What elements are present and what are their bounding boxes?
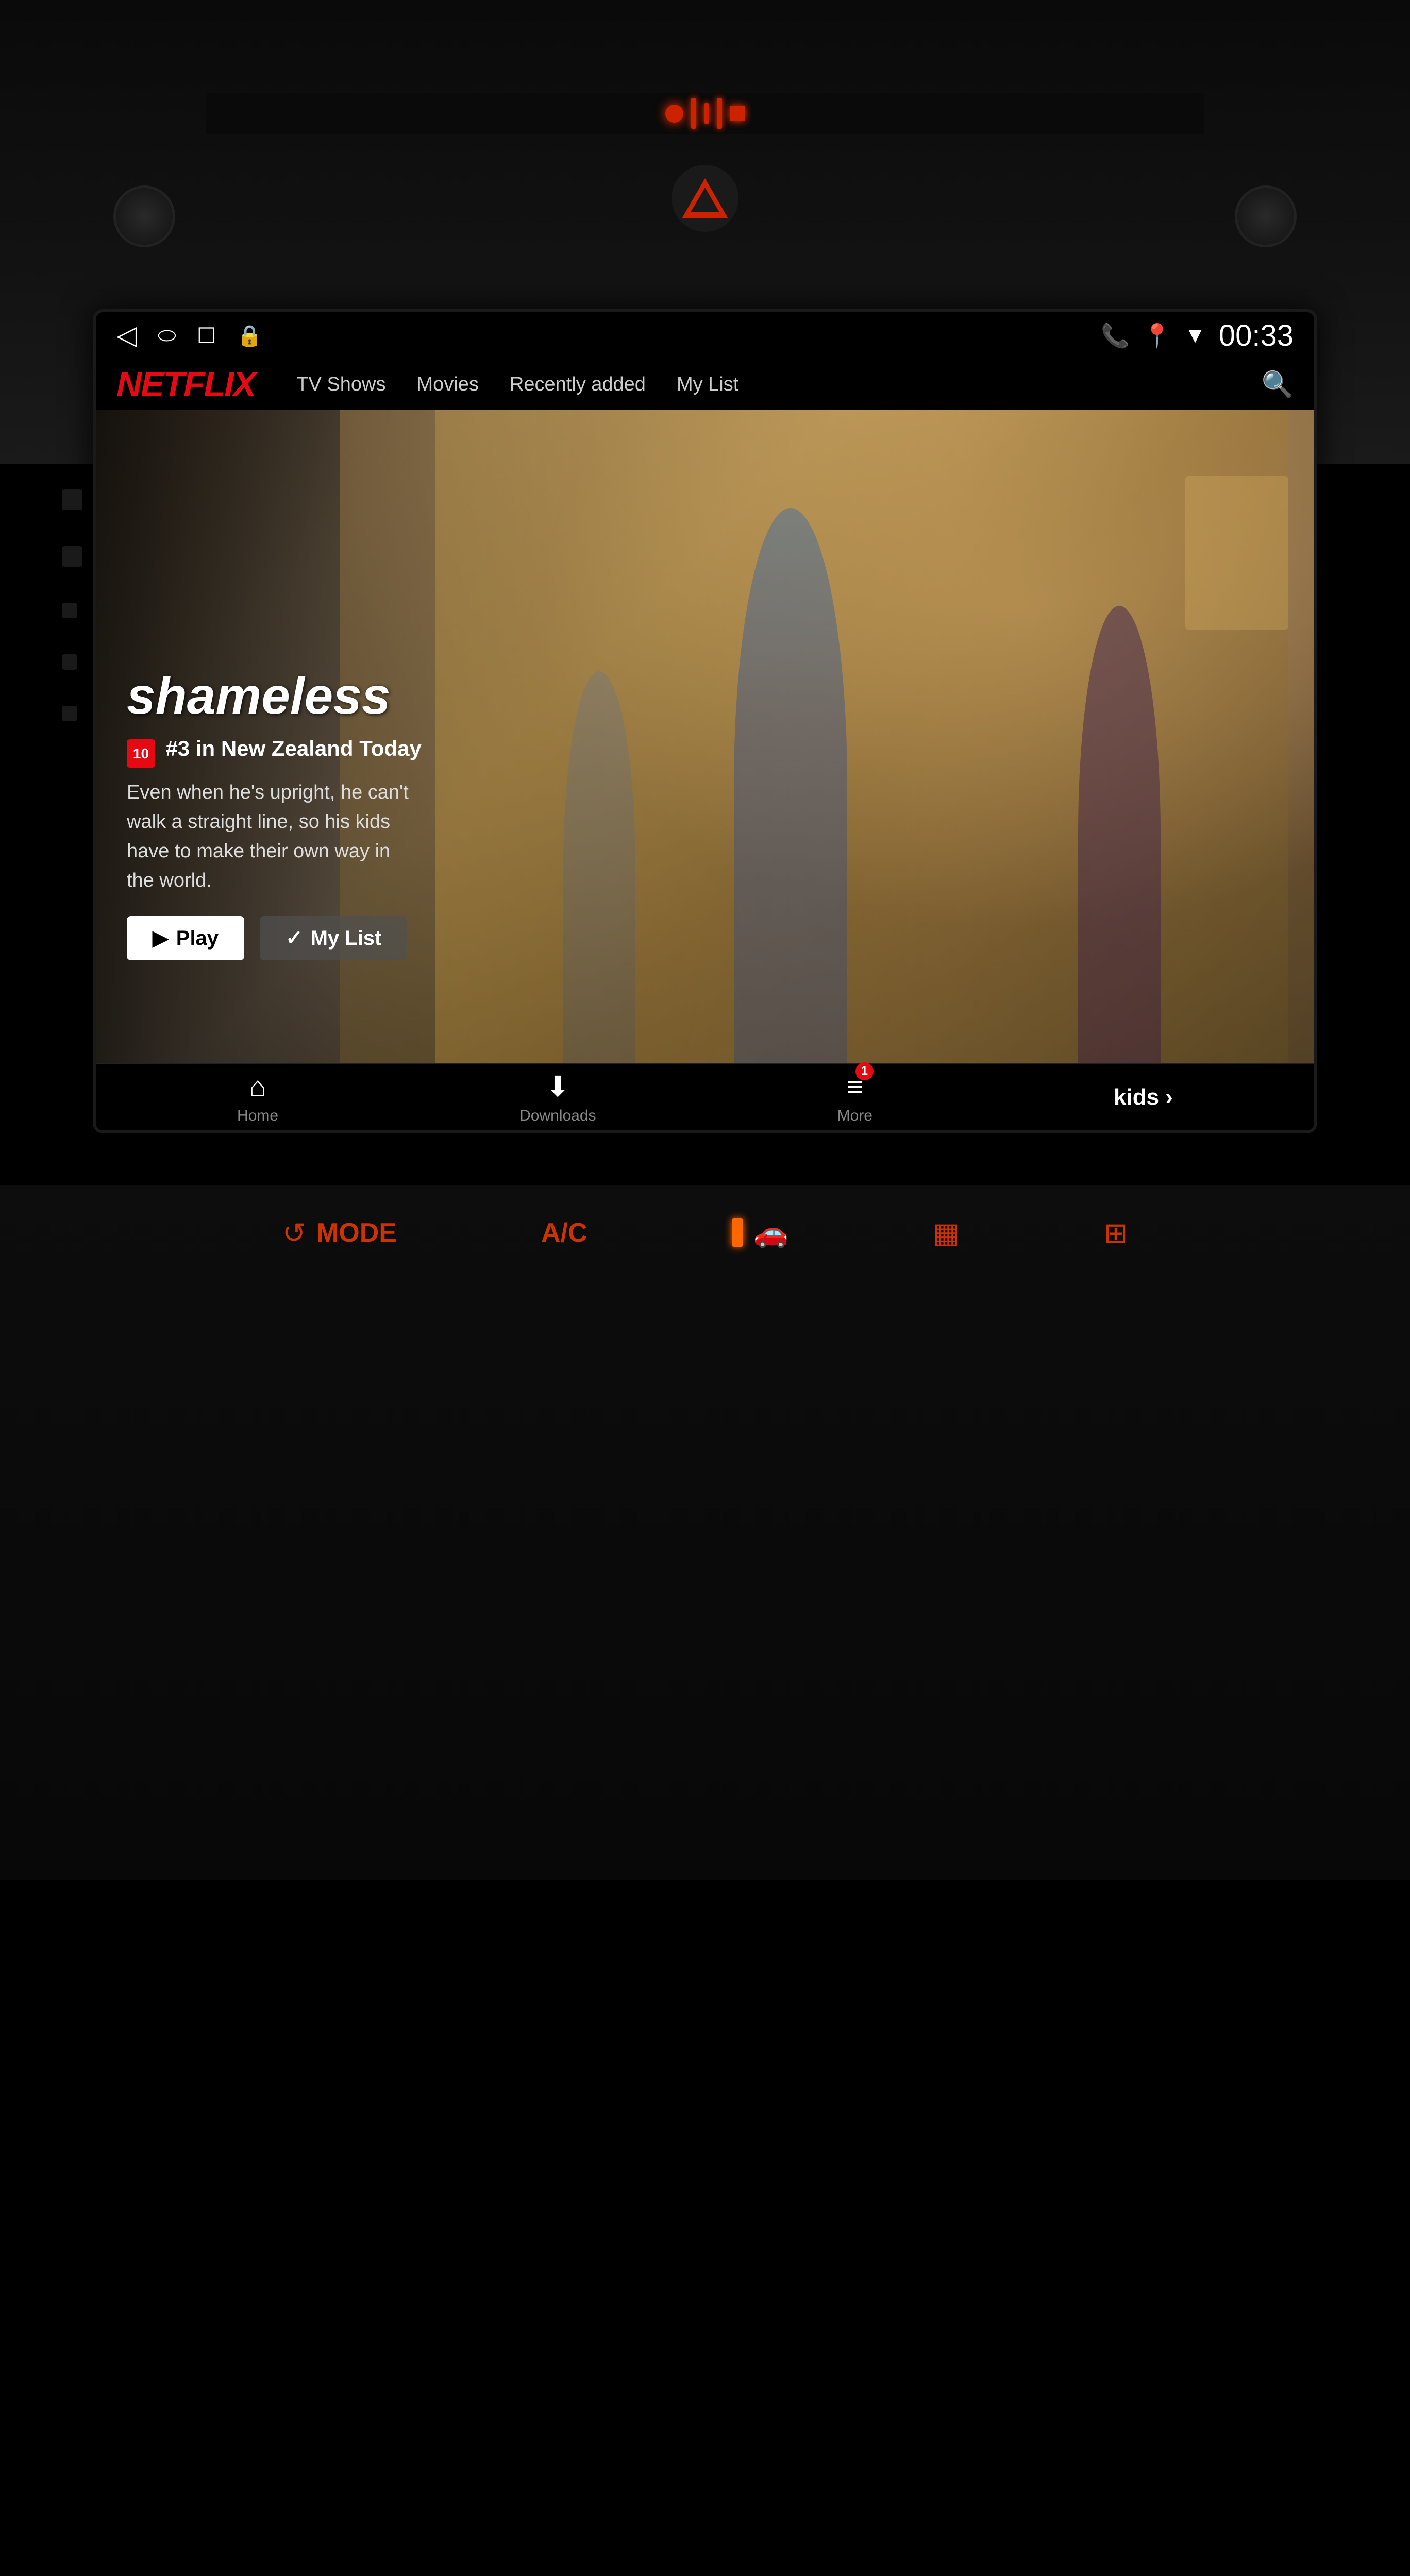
tablet-screen: ◁ ⬭ ☐ 🔒 📞 📍 ▼ 00:33 NETFLIX TV Shows Mov… xyxy=(93,309,1317,1133)
power-button[interactable] xyxy=(62,489,82,510)
play-label: Play xyxy=(176,927,219,950)
status-time: 00:33 xyxy=(1219,318,1294,353)
mode-button[interactable]: ↺ MODE xyxy=(282,1216,397,1249)
ac-button[interactable]: A/C xyxy=(541,1217,588,1248)
hero-text-overlay: shameless 10 #3 in New Zealand Today Eve… xyxy=(127,667,422,960)
back-bezel-button[interactable] xyxy=(62,706,77,721)
lock-icon: 🔒 xyxy=(237,324,263,348)
back-icon[interactable]: ◁ xyxy=(116,320,137,351)
hazard-triangle-icon xyxy=(682,178,728,218)
car-fan-icon: 🚗 xyxy=(753,1216,788,1249)
nav-downloads[interactable]: ⬇ Downloads xyxy=(519,1070,596,1125)
mode-label: MODE xyxy=(316,1217,397,1248)
nav-my-list[interactable]: My List xyxy=(677,374,738,396)
wifi-icon: ▼ xyxy=(1184,323,1206,348)
fan-control[interactable]: 🚗 xyxy=(732,1216,788,1249)
left-vent-knob xyxy=(113,185,175,247)
seat-heater-button[interactable]: ⊞ xyxy=(1104,1216,1128,1249)
home-icon: ⌂ xyxy=(249,1070,266,1103)
show-title: shameless xyxy=(127,667,422,726)
led-display-bar xyxy=(206,93,1204,134)
status-bar: ◁ ⬭ ☐ 🔒 📞 📍 ▼ 00:33 xyxy=(96,312,1314,359)
right-vent-knob xyxy=(1235,185,1297,247)
netflix-interface: NETFLIX TV Shows Movies Recently added M… xyxy=(96,359,1314,1130)
ranking-text: #3 in New Zealand Today xyxy=(165,736,421,760)
volume-up-button[interactable] xyxy=(62,546,82,567)
hazard-button[interactable] xyxy=(672,165,738,232)
seat-heater-icon: ⊞ xyxy=(1104,1217,1128,1249)
indicator-light xyxy=(732,1218,743,1247)
nav-tv-shows[interactable]: TV Shows xyxy=(296,374,385,396)
netflix-logo[interactable]: NETFLIX xyxy=(116,364,255,404)
phone-icon: 📞 xyxy=(1101,322,1130,349)
kids-label: kids › xyxy=(1114,1084,1173,1110)
climate-top-row: ↺ MODE A/C 🚗 ▦ ⊞ xyxy=(0,1216,1410,1249)
nav-home[interactable]: ⌂ Home xyxy=(237,1070,278,1125)
home-nav-label: Home xyxy=(237,1107,278,1125)
netflix-navbar: NETFLIX TV Shows Movies Recently added M… xyxy=(96,359,1314,410)
rear-defroster-button[interactable]: ▦ xyxy=(933,1216,960,1249)
ranking-container: 10 #3 in New Zealand Today xyxy=(127,736,422,768)
downloads-nav-label: Downloads xyxy=(519,1107,596,1125)
hero-buttons-row: ▶ Play ✓ My List xyxy=(127,916,422,960)
my-list-button[interactable]: ✓ My List xyxy=(260,916,407,960)
mylist-label: My List xyxy=(311,927,382,950)
nav-recently-added[interactable]: Recently added xyxy=(510,374,646,396)
nav-kids[interactable]: kids › xyxy=(1114,1084,1173,1110)
nav-more[interactable]: ≡ 1 More xyxy=(837,1070,872,1125)
play-icon: ▶ xyxy=(153,926,169,950)
status-bar-left: ◁ ⬭ ☐ 🔒 xyxy=(116,320,262,351)
mode-icon: ↺ xyxy=(282,1216,306,1249)
left-bezel-buttons xyxy=(62,489,82,721)
ac-label: A/C xyxy=(541,1218,588,1248)
show-description: Even when he's upright, he can't walk a … xyxy=(127,778,415,895)
play-button[interactable]: ▶ Play xyxy=(127,916,244,960)
checkmark-icon: ✓ xyxy=(286,926,303,950)
rating-badge-text: 10 xyxy=(133,745,149,762)
more-badge: 1 xyxy=(855,1062,874,1080)
hero-content-area: shameless 10 #3 in New Zealand Today Eve… xyxy=(96,410,1314,1063)
more-nav-label: More xyxy=(837,1107,872,1125)
rating-badge: 10 xyxy=(127,739,155,768)
volume-down-button[interactable] xyxy=(62,654,77,670)
nav-movies[interactable]: Movies xyxy=(417,374,479,396)
bottom-navigation: ⌂ Home ⬇ Downloads ≡ 1 More kids › xyxy=(96,1063,1314,1130)
home-square-icon[interactable]: ☐ xyxy=(197,323,216,348)
climate-controls-area: ↺ MODE A/C 🚗 ▦ ⊞ xyxy=(0,1185,1410,1880)
download-icon: ⬇ xyxy=(546,1070,569,1103)
status-bar-right: 📞 📍 ▼ 00:33 xyxy=(1101,318,1294,353)
climate-dials-row: 🌡 DUAL ✳ − + OFF 🌡 xyxy=(0,2504,1410,2576)
hero-characters xyxy=(435,410,1288,1063)
home-bezel-button[interactable] xyxy=(62,603,77,618)
recents-icon[interactable]: ⬭ xyxy=(158,323,176,348)
search-icon[interactable]: 🔍 xyxy=(1262,369,1294,400)
rear-defroster-icon: ▦ xyxy=(933,1217,960,1249)
location-icon: 📍 xyxy=(1143,322,1171,349)
